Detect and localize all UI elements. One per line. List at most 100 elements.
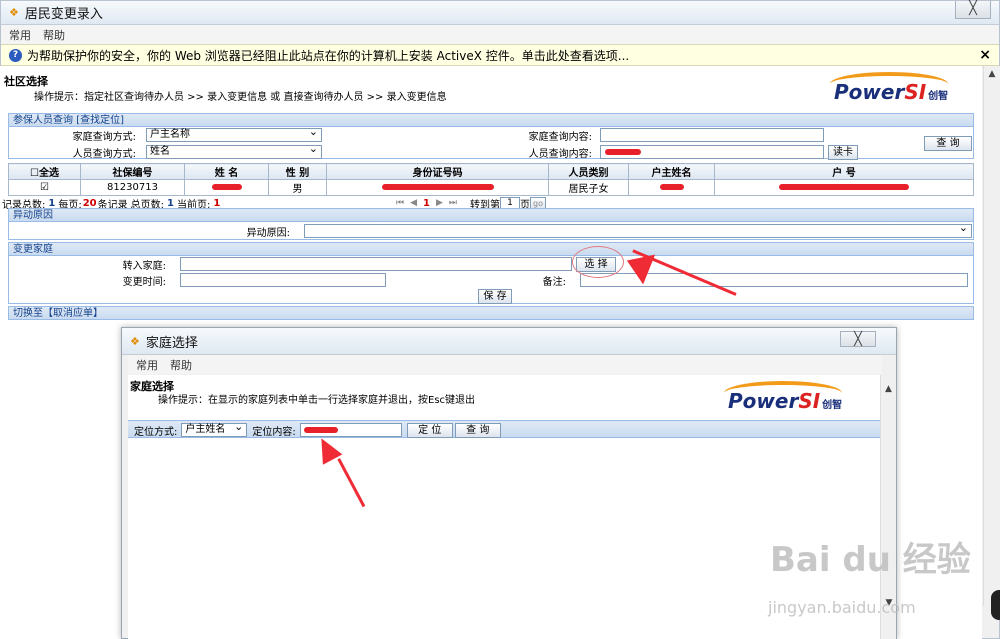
change-panel-header: 变更家庭 [9, 243, 973, 256]
reason-panel-header: 异动原因 [9, 209, 973, 222]
per-page-value: 20 [82, 197, 97, 209]
reason-label: 异动原因: [246, 227, 290, 239]
switch-panel: 切换至【取消应单】 [8, 306, 974, 320]
main-scrollbar[interactable]: ▲ [983, 66, 1000, 606]
dialog-logo-main: Power [728, 389, 799, 413]
page-title: 社区选择 [4, 75, 48, 88]
title-bar: ❖ 居民变更录入 [1, 1, 999, 25]
dialog-title: 家庭选择 [145, 335, 198, 351]
locate-row: 定位方式: 户主姓名 定位内容: 定 位 查 询 [134, 421, 501, 438]
search-panel-header: 参保人员查询 [查找定位] [9, 114, 973, 127]
last-page-icon[interactable]: ⏭ [449, 198, 457, 208]
window-title: 居民变更录入 [24, 7, 103, 22]
shield-info-icon: ? [9, 48, 22, 62]
logo-main: Power [834, 80, 905, 104]
person-mode-select[interactable]: 姓名 [146, 143, 322, 159]
family-content-input[interactable] [600, 128, 824, 142]
reason-select[interactable] [304, 222, 972, 238]
family-mode-row: 家庭查询方式: 户主名称 [10, 126, 322, 143]
locate-mode-select[interactable]: 户主姓名 [181, 421, 248, 437]
col-household-no: 户 号 [714, 163, 974, 180]
family-select-dialog: ❖ 家庭选择 ╳ 常用 帮助 家庭选择 操作提示：在显示的家庭列表中单击一行选择… [121, 327, 897, 639]
row-idcard [326, 179, 549, 196]
row-householder [628, 179, 715, 196]
to-family-row: 转入家庭: 选 择 [10, 256, 616, 272]
current-value: 1 [213, 197, 221, 209]
app-icon: ❖ [9, 6, 19, 19]
change-time-row: 变更时间: [10, 272, 386, 288]
locate-toolbar: 定位方式: 户主姓名 定位内容: 定 位 查 询 [128, 420, 882, 438]
dialog-close-button[interactable]: ╳ [840, 331, 876, 347]
dialog-menu-bar: 常用 帮助 [128, 355, 882, 374]
nav-page-number: 1 [423, 197, 430, 209]
logo-accent: SI [904, 80, 927, 104]
change-time-label: 变更时间: [122, 276, 166, 288]
select-all-cell[interactable]: ☐全选 [8, 163, 81, 180]
person-content-label: 人员查询内容: [528, 148, 592, 160]
to-family-input[interactable] [180, 257, 572, 271]
dialog-hint: 操作提示：在显示的家庭列表中单击一行选择家庭并退出，按Esc键退出 [158, 395, 476, 406]
operation-hint: 操作提示：指定社区查询待办人员 >> 录入变更信息 或 直接查询待办人员 >> … [34, 92, 447, 103]
change-time-input[interactable] [180, 273, 386, 287]
person-mode-label: 人员查询方式: [72, 148, 136, 160]
row-gender: 男 [268, 179, 327, 196]
row-name [184, 179, 269, 196]
remark-label: 备注: [542, 276, 566, 288]
person-mode-row: 人员查询方式: 姓名 [10, 143, 322, 160]
person-table: ☐全选 社保编号 姓 名 性 别 身份证号码 人员类别 户主姓名 户 号 ☑ 8… [8, 163, 974, 196]
side-handle [991, 590, 1000, 620]
annotation-circle [572, 246, 624, 278]
family-content-row: 家庭查询内容: [466, 127, 824, 143]
dialog-menu-help[interactable]: 帮助 [170, 357, 192, 373]
table-row[interactable]: ☑ 81230713 男 居民子女 [8, 179, 974, 196]
next-page-icon[interactable]: ▶ [436, 198, 443, 208]
prev-page-icon[interactable]: ◀ [410, 198, 417, 208]
pages-value: 1 [167, 197, 174, 209]
col-category: 人员类别 [548, 163, 629, 180]
dialog-query-button[interactable]: 查 询 [454, 422, 501, 438]
dialog-menu-common[interactable]: 常用 [136, 357, 158, 373]
redacted-mark [303, 427, 338, 433]
family-mode-label: 家庭查询方式: [72, 131, 136, 143]
window-close-button[interactable]: ╳ [955, 1, 991, 19]
dialog-logo-accent: SI [798, 389, 821, 413]
locate-content-input[interactable] [299, 423, 402, 437]
col-householder: 户主姓名 [628, 163, 715, 180]
person-content-input[interactable] [600, 145, 824, 159]
switch-panel-header[interactable]: 切换至【取消应单】 [9, 307, 973, 320]
col-idcard: 身份证号码 [326, 163, 549, 180]
select-all-label: 全选 [38, 168, 59, 179]
query-button[interactable]: 查 询 [924, 136, 972, 151]
total-value: 1 [48, 197, 56, 209]
save-button[interactable]: 保 存 [478, 289, 512, 304]
family-mode-select[interactable]: 户主名称 [146, 126, 322, 142]
first-page-icon[interactable]: ⏮ [396, 198, 404, 208]
col-ssn: 社保编号 [80, 163, 185, 180]
menu-item-help[interactable]: 帮助 [43, 27, 65, 43]
scroll-up-icon[interactable]: ▲ [984, 66, 1000, 83]
reason-row: 异动原因: [10, 222, 972, 239]
baidu-watermark-url: jingyan.baidu.com [768, 598, 916, 617]
powersi-logo: PowerSI创智和宇 [826, 70, 956, 126]
person-content-row: 人员查询内容: 读卡 [466, 144, 858, 160]
dialog-scroll-up-icon[interactable]: ▲ [881, 381, 896, 398]
baidu-watermark: Bai du 经验 [770, 540, 971, 580]
row-checkbox[interactable]: ☑ [8, 179, 81, 196]
table-header-row: ☐全选 社保编号 姓 名 性 别 身份证号码 人员类别 户主姓名 户 号 [8, 163, 974, 180]
read-card-button[interactable]: 读卡 [828, 144, 858, 160]
info-bar-close-icon[interactable]: × [979, 47, 991, 63]
family-content-label: 家庭查询内容: [528, 131, 592, 143]
dialog-powersi-logo: PowerSI创智和宇 [720, 379, 850, 435]
search-panel-title: 参保人员查询 [13, 115, 73, 126]
row-household-no [714, 179, 974, 196]
to-family-label: 转入家庭: [122, 260, 166, 272]
menu-item-common[interactable]: 常用 [9, 27, 31, 43]
redacted-mark [605, 149, 641, 155]
locate-button[interactable]: 定 位 [406, 422, 453, 438]
find-locate-link[interactable]: [查找定位] [76, 115, 124, 126]
activex-info-bar[interactable]: ? 为帮助保护你的安全，你的 Web 浏览器已经阻止此站点在你的计算机上安装 A… [1, 44, 999, 66]
locate-mode-label: 定位方式: [134, 426, 178, 438]
menu-bar: 常用 帮助 [1, 25, 999, 44]
locate-content-label: 定位内容: [252, 426, 296, 438]
col-name: 姓 名 [184, 163, 269, 180]
